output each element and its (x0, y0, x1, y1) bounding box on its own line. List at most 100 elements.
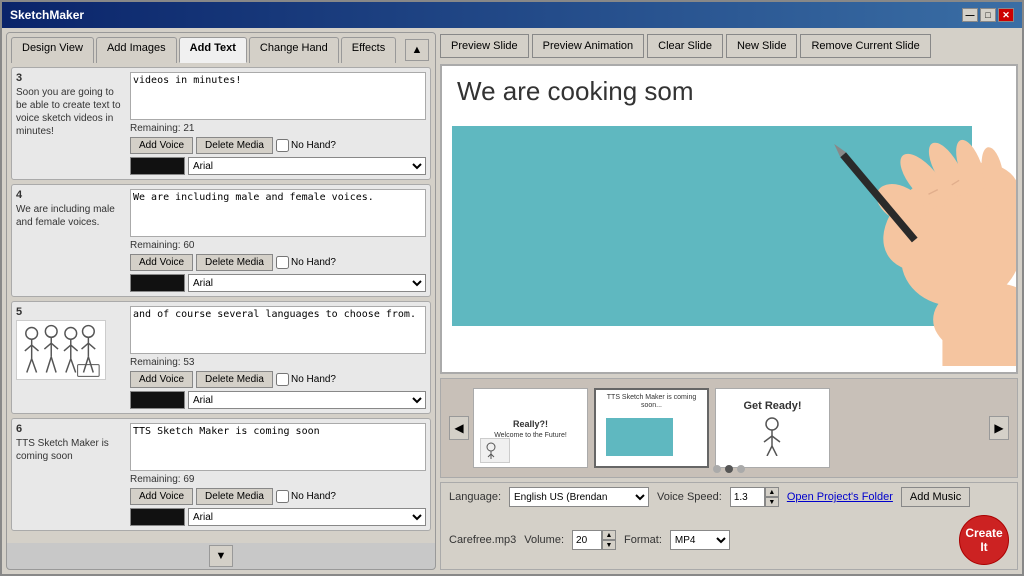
slide-remaining-5: Remaining: 53 (130, 357, 426, 368)
language-label: Language: (449, 491, 501, 503)
close-button[interactable]: ✕ (998, 8, 1014, 22)
format-label: Format: (624, 534, 662, 546)
slide-right-3: videos in minutes! Remaining: 21 Add Voi… (130, 72, 426, 175)
no-hand-label-5[interactable]: No Hand? (276, 373, 336, 386)
slide-remaining-6: Remaining: 69 (130, 474, 426, 485)
slide-preview-text-3: Soon you are going to be able to create … (16, 86, 126, 138)
tab-design-view[interactable]: Design View (11, 37, 94, 63)
bottom-bar: Language: English US (Brendan Voice Spee… (440, 482, 1018, 570)
slide-preview-text-4: We are including male and female voices. (16, 203, 126, 229)
dot-2 (725, 465, 733, 473)
top-toolbar: Preview Slide Preview Animation Clear Sl… (440, 32, 1018, 60)
new-slide-button[interactable]: New Slide (726, 34, 798, 58)
tab-effects[interactable]: Effects (341, 37, 396, 63)
no-hand-checkbox-3[interactable] (276, 139, 289, 152)
no-hand-label-3[interactable]: No Hand? (276, 139, 336, 152)
thumb-items: Really?! Welcome to the Future! TTS Sket… (473, 388, 985, 468)
color-box-4[interactable] (130, 274, 185, 292)
add-voice-button-6[interactable]: Add Voice (130, 488, 193, 505)
volume-down[interactable]: ▼ (602, 540, 616, 550)
music-file-name: Carefree.mp3 (449, 534, 516, 546)
thumb-nav-left[interactable]: ◀ (449, 416, 469, 440)
format-select[interactable]: MP4 (670, 530, 730, 550)
tab-add-text[interactable]: Add Text (179, 37, 247, 63)
no-hand-checkbox-5[interactable] (276, 373, 289, 386)
slide-right-6: TTS Sketch Maker is coming soon Remainin… (130, 423, 426, 526)
slides-list[interactable]: 3 Soon you are going to be able to creat… (7, 63, 435, 543)
voice-speed-spinner-btns: ▲ ▼ (765, 487, 779, 507)
delete-media-button-3[interactable]: Delete Media (196, 137, 273, 154)
slide-buttons-3: Add Voice Delete Media No Hand? (130, 137, 426, 154)
people-sketch-icon (17, 321, 105, 379)
thumbnail-item-3[interactable]: Get Ready! (715, 388, 830, 468)
add-music-button[interactable]: Add Music (901, 487, 970, 507)
slide-item-6: 6 TTS Sketch Maker is coming soon TTS Sk… (11, 418, 431, 531)
color-box-3[interactable] (130, 157, 185, 175)
font-select-5[interactable]: Arial (188, 391, 426, 409)
hand-pen-image (756, 106, 1018, 366)
preview-animation-button[interactable]: Preview Animation (532, 34, 645, 58)
slide-left-6: 6 TTS Sketch Maker is coming soon (16, 423, 126, 526)
clear-slide-button[interactable]: Clear Slide (647, 34, 723, 58)
voice-speed-down[interactable]: ▼ (765, 497, 779, 507)
tab-add-images[interactable]: Add Images (96, 37, 177, 63)
volume-input[interactable] (572, 530, 602, 550)
slide-left-3: 3 Soon you are going to be able to creat… (16, 72, 126, 175)
thumbnail-item-1[interactable]: Really?! Welcome to the Future! (473, 388, 588, 468)
minimize-button[interactable]: — (962, 8, 978, 22)
add-voice-button-5[interactable]: Add Voice (130, 371, 193, 388)
slide-item-3: 3 Soon you are going to be able to creat… (11, 67, 431, 180)
main-window: SketchMaker — □ ✕ Design View Add Images… (0, 0, 1024, 576)
main-content: Design View Add Images Add Text Change H… (2, 28, 1022, 574)
volume-spinner-btns: ▲ ▼ (602, 530, 616, 550)
slide-item-4: 4 We are including male and female voice… (11, 184, 431, 297)
tab-change-hand[interactable]: Change Hand (249, 37, 339, 63)
no-hand-checkbox-4[interactable] (276, 256, 289, 269)
right-panel: Preview Slide Preview Animation Clear Sl… (440, 32, 1018, 570)
slide-textarea-6[interactable]: TTS Sketch Maker is coming soon (130, 423, 426, 471)
window-title: SketchMaker (10, 8, 84, 22)
volume-label: Volume: (524, 534, 564, 546)
thumb-nav-right[interactable]: ▶ (989, 416, 1009, 440)
language-select[interactable]: English US (Brendan (509, 487, 649, 507)
create-it-button[interactable]: Create It (959, 515, 1009, 565)
title-bar: SketchMaker — □ ✕ (2, 2, 1022, 28)
thumbnail-strip: ◀ Really?! Welcome to the Future! (440, 378, 1018, 478)
slide-textarea-3[interactable]: videos in minutes! (130, 72, 426, 120)
delete-media-button-5[interactable]: Delete Media (196, 371, 273, 388)
dot-1 (713, 465, 721, 473)
slide-buttons-5: Add Voice Delete Media No Hand? (130, 371, 426, 388)
color-box-6[interactable] (130, 508, 185, 526)
font-row-4: Arial (130, 274, 426, 292)
font-row-3: Arial (130, 157, 426, 175)
delete-media-button-6[interactable]: Delete Media (196, 488, 273, 505)
remove-slide-button[interactable]: Remove Current Slide (800, 34, 930, 58)
slide-left-5: 5 (16, 306, 126, 409)
no-hand-checkbox-6[interactable] (276, 490, 289, 503)
preview-slide-button[interactable]: Preview Slide (440, 34, 529, 58)
voice-speed-input[interactable] (730, 487, 765, 507)
slide-textarea-5[interactable]: and of course several languages to choos… (130, 306, 426, 354)
no-hand-label-6[interactable]: No Hand? (276, 490, 336, 503)
slide-number-3: 3 (16, 72, 126, 84)
scroll-up-button[interactable]: ▲ (405, 39, 429, 61)
add-voice-button-3[interactable]: Add Voice (130, 137, 193, 154)
left-panel: Design View Add Images Add Text Change H… (6, 32, 436, 570)
font-select-4[interactable]: Arial (188, 274, 426, 292)
font-row-6: Arial (130, 508, 426, 526)
slide-textarea-4[interactable]: We are including male and female voices. (130, 189, 426, 237)
no-hand-label-4[interactable]: No Hand? (276, 256, 336, 269)
volume-up[interactable]: ▲ (602, 530, 616, 540)
font-select-3[interactable]: Arial (188, 157, 426, 175)
color-box-5[interactable] (130, 391, 185, 409)
scroll-down-button[interactable]: ▼ (209, 545, 233, 567)
open-folder-link[interactable]: Open Project's Folder (787, 491, 893, 503)
add-voice-button-4[interactable]: Add Voice (130, 254, 193, 271)
voice-speed-label: Voice Speed: (657, 491, 722, 503)
thumbnail-item-2[interactable]: TTS Sketch Maker is coming soon... (594, 388, 709, 468)
delete-media-button-4[interactable]: Delete Media (196, 254, 273, 271)
voice-speed-up[interactable]: ▲ (765, 487, 779, 497)
slide-remaining-3: Remaining: 21 (130, 123, 426, 134)
maximize-button[interactable]: □ (980, 8, 996, 22)
font-select-6[interactable]: Arial (188, 508, 426, 526)
